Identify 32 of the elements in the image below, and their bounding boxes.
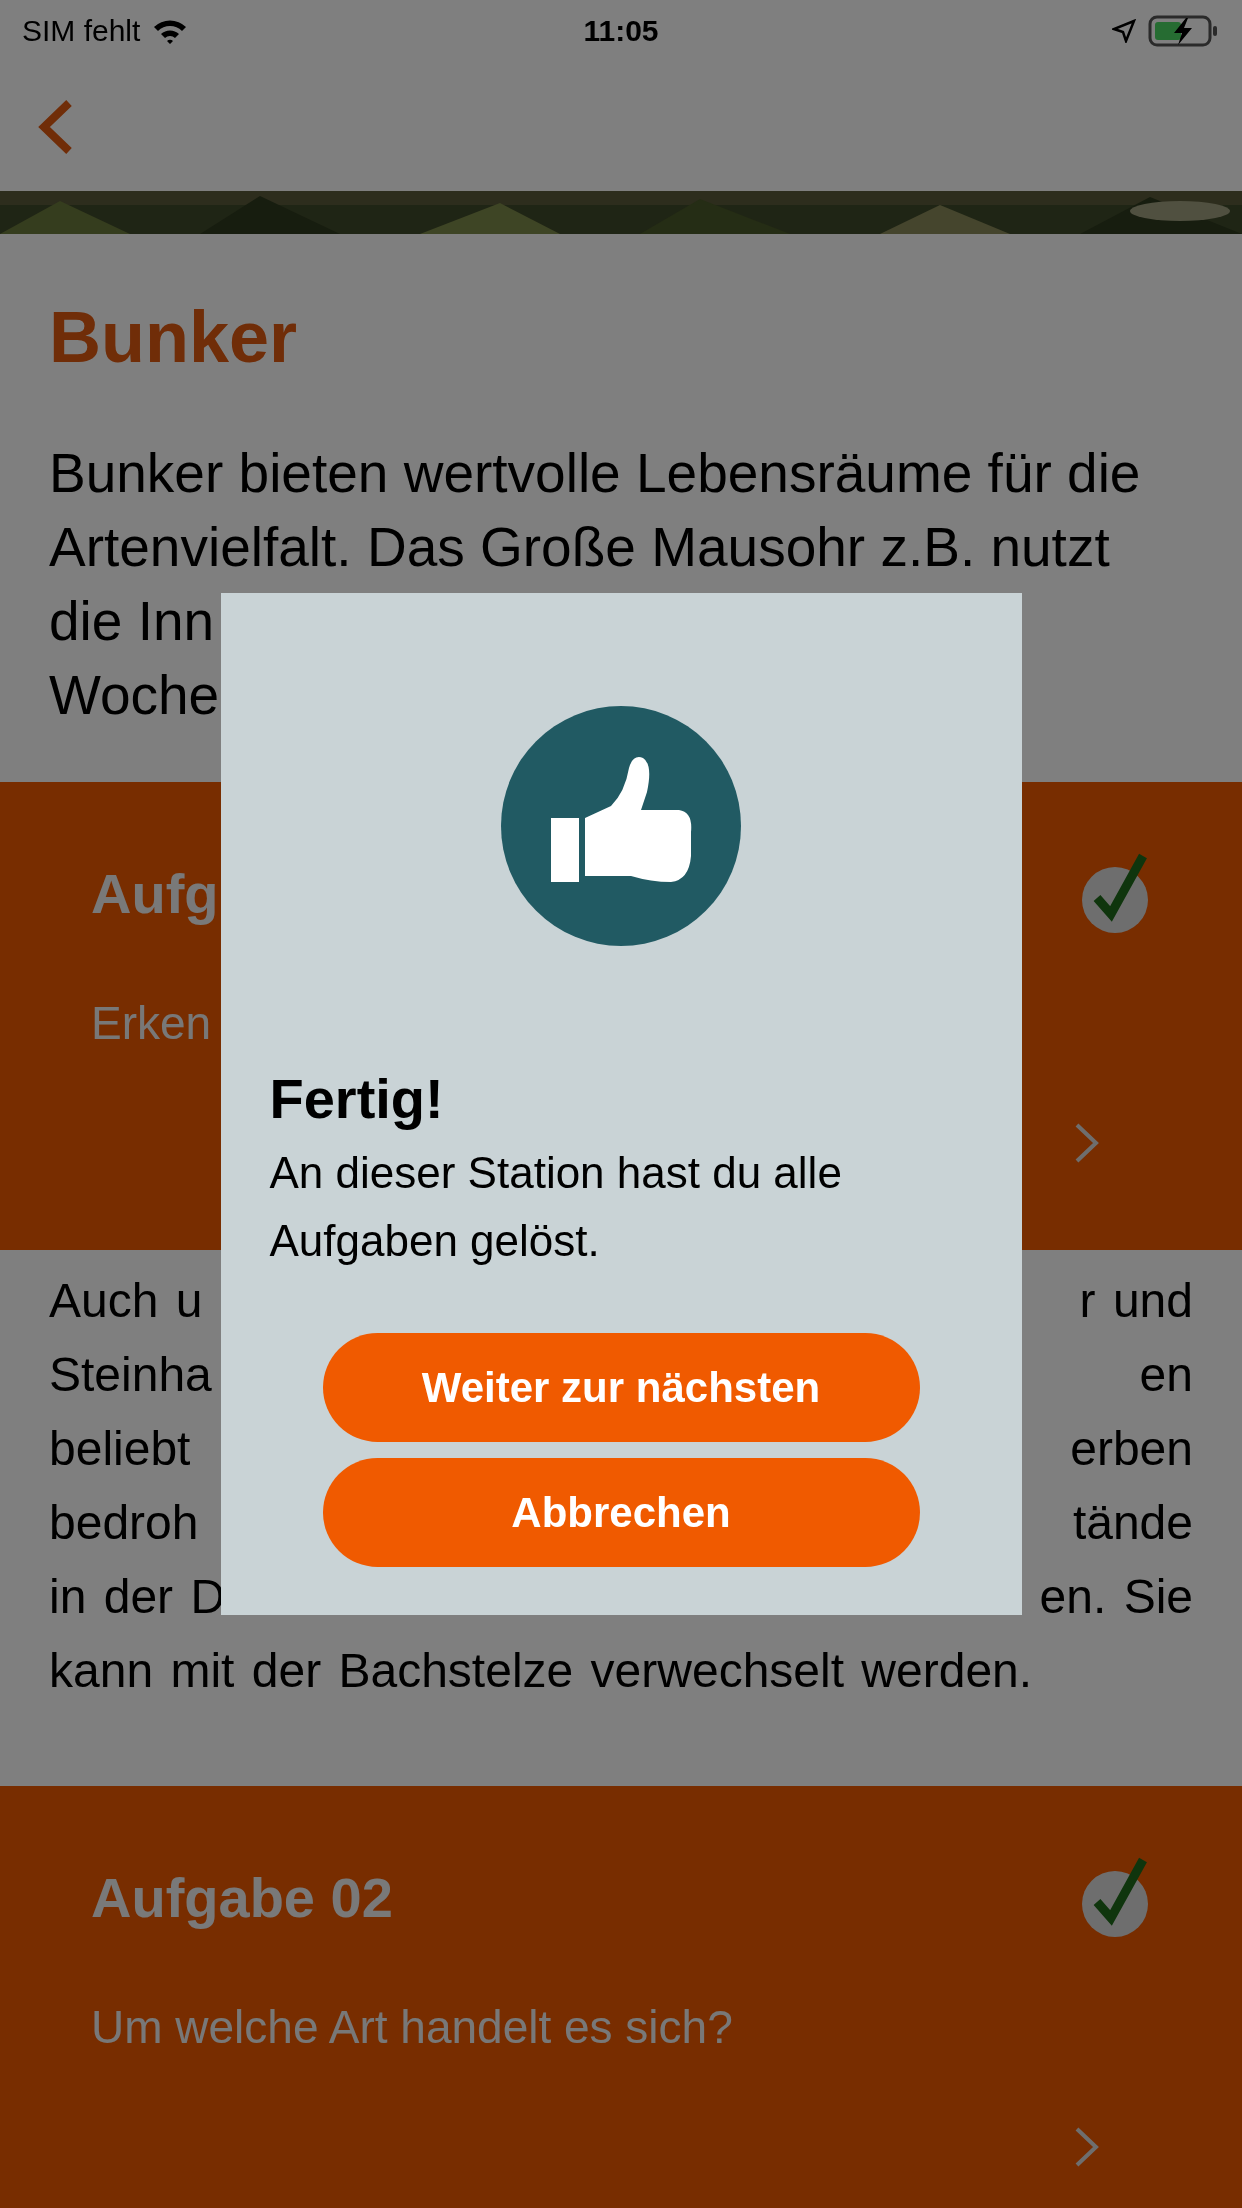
paragraph-text: en xyxy=(1139,1347,1193,1403)
paragraph-text: en. Sie xyxy=(1039,1569,1193,1625)
station-title: Bunker xyxy=(49,296,299,378)
paragraph-text: erben xyxy=(1070,1421,1193,1477)
paragraph-text: Bunker bieten wertvolle Lebensräume für die xyxy=(49,441,1141,506)
dialog-button[interactable]: Weiter zur nächsten xyxy=(322,1333,920,1442)
task-title: Aufg xyxy=(91,860,219,926)
paragraph-text: tände xyxy=(1072,1495,1193,1551)
task-card[interactable]: Aufgabe 02 Um welche Art handelt es sich? xyxy=(0,1786,1242,2208)
thumbs-up-icon xyxy=(501,706,741,946)
back-chevron-icon[interactable] xyxy=(36,98,74,155)
battery-icon xyxy=(1148,14,1220,48)
task-subtitle: Erken xyxy=(91,996,213,1050)
dialog-title: Fertig! xyxy=(269,1066,445,1131)
dialog-message: An dieser Station hast du alle Aufgaben gelöst. xyxy=(269,1147,843,1267)
paragraph-text: die Inn xyxy=(49,589,215,654)
chevron-right-icon xyxy=(1074,1122,1100,1164)
task-title: Aufgabe 02 xyxy=(91,1864,393,1930)
location-arrow-icon xyxy=(1112,19,1136,43)
paragraph-text: bedroh xyxy=(49,1495,199,1551)
task-subtitle: Um welche Art handelt es sich? xyxy=(91,2000,734,2054)
paragraph-text: Auch u xyxy=(49,1273,203,1329)
paragraph-text: kann mit der Bachstelze verwechselt werden. xyxy=(49,1643,1033,1699)
dialog-button[interactable]: Abbrechen xyxy=(322,1458,920,1567)
paragraph-text: Steinha xyxy=(49,1347,212,1403)
carrier-text: SIM fehlt xyxy=(22,14,141,48)
paragraph-text: Woche xyxy=(49,663,220,728)
paragraph-text: r und xyxy=(1079,1273,1193,1329)
chevron-right-icon xyxy=(1074,2126,1100,2168)
time-text: 11:05 xyxy=(583,14,659,48)
paragraph-text: beliebt xyxy=(49,1421,191,1477)
paragraph-text: Artenvielfalt. Das Große Mausohr z.B. nutzt xyxy=(49,515,1110,580)
